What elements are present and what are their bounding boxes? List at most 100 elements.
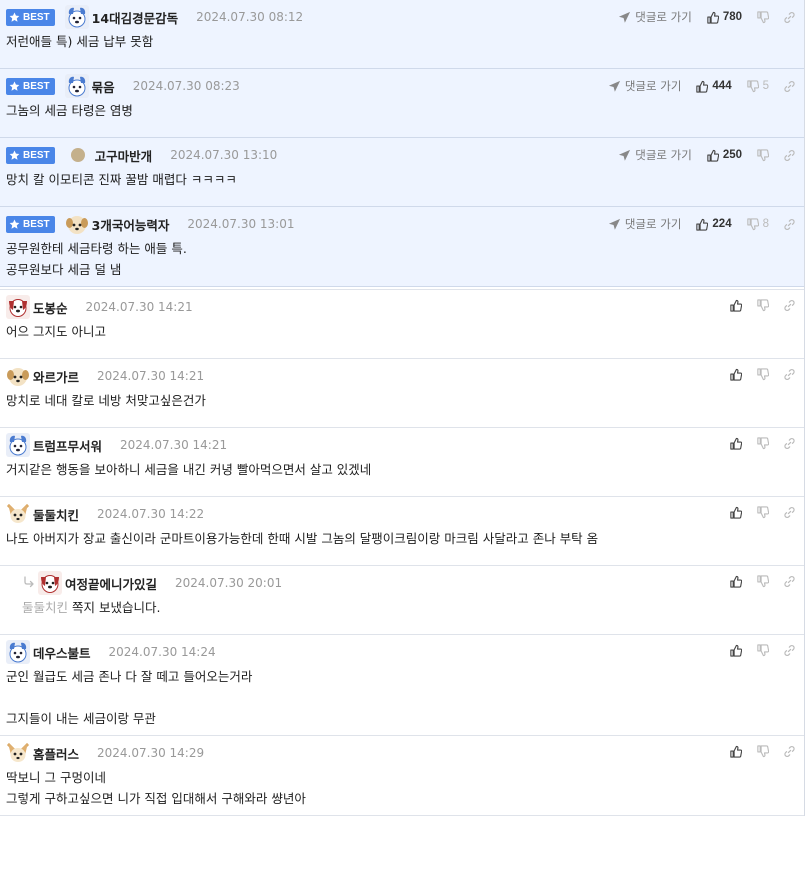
- avatar[interactable]: [64, 5, 92, 29]
- avatar[interactable]: [64, 74, 92, 98]
- link-icon: [784, 746, 795, 757]
- comment-body: 망치 칼 이모티콘 진짜 꿀밤 매렵다 ㅋㅋㅋㅋ: [6, 164, 798, 190]
- thumbs-up-icon: [730, 368, 742, 381]
- best-badge-label: BEST: [23, 80, 50, 92]
- copy-link-button[interactable]: [783, 299, 796, 312]
- like-button[interactable]: 444: [695, 80, 732, 93]
- copy-link-button[interactable]: [783, 149, 796, 162]
- nickname[interactable]: 3개국어능력자: [92, 215, 170, 234]
- comment-date: 2024.07.30 14:21: [120, 438, 228, 452]
- like-button[interactable]: 780: [706, 11, 742, 24]
- like-button[interactable]: [729, 368, 742, 381]
- nickname[interactable]: 둘둘치킨: [33, 505, 79, 524]
- best-comment: BEST 3개국어능력자 2024.07.30 13:01 댓글로 가기 224 8 공무원…: [0, 207, 804, 287]
- thumbs-up-icon: [730, 437, 742, 450]
- nickname[interactable]: 홈플러스: [33, 744, 79, 763]
- goto-reply-link[interactable]: 댓글로 가기: [618, 147, 692, 163]
- like-button[interactable]: 250: [706, 149, 742, 162]
- copy-link-button[interactable]: [783, 368, 796, 381]
- copy-link-button[interactable]: [783, 745, 796, 758]
- avatar[interactable]: [38, 571, 65, 595]
- avatar[interactable]: [65, 148, 95, 162]
- like-button[interactable]: [729, 299, 742, 312]
- reply-arrow-icon: [22, 575, 38, 592]
- avatar[interactable]: [6, 502, 33, 526]
- comment-header: 여정끝에니가있길 2024.07.30 20:01: [22, 566, 798, 595]
- avatar[interactable]: [6, 640, 33, 664]
- dislike-button[interactable]: 5: [746, 79, 769, 93]
- thumbs-up-icon: [707, 149, 719, 162]
- dislike-button[interactable]: [756, 506, 769, 519]
- comment-text: 어으 그지도 아니고: [6, 324, 106, 339]
- thumbs-up-icon: [696, 218, 709, 231]
- dislike-button[interactable]: [756, 148, 769, 162]
- thumbs-down-icon: [757, 299, 769, 312]
- dislike-button[interactable]: [756, 299, 769, 312]
- best-comment: BEST 고구마반개 2024.07.30 13:10 댓글로 가기 250 망치 칼 이…: [0, 138, 804, 207]
- link-icon: [784, 369, 795, 380]
- avatar[interactable]: [6, 364, 33, 388]
- dislike-button[interactable]: [756, 745, 769, 758]
- dislike-button[interactable]: [756, 644, 769, 657]
- link-icon: [784, 645, 795, 656]
- nickname[interactable]: 와르가르: [33, 367, 79, 386]
- thumbs-down-icon: [757, 644, 769, 657]
- like-button[interactable]: [729, 437, 742, 450]
- nickname[interactable]: 여정끝에니가있길: [65, 574, 157, 593]
- nickname[interactable]: 트럼프무서워: [33, 436, 102, 455]
- nickname[interactable]: 데우스불트: [33, 643, 91, 662]
- best-badge-label: BEST: [23, 218, 50, 230]
- like-button[interactable]: [729, 506, 742, 519]
- comment-actions: [715, 506, 796, 519]
- nickname[interactable]: 묶음: [92, 77, 115, 96]
- goto-reply-label: 댓글로 가기: [635, 148, 692, 162]
- copy-link-button[interactable]: [783, 218, 796, 231]
- copy-link-button[interactable]: [783, 506, 796, 519]
- avatar[interactable]: [65, 212, 92, 236]
- avatar[interactable]: [6, 295, 33, 319]
- like-count: 224: [712, 218, 732, 230]
- comment: 트럼프무서워 2024.07.30 14:21 거지같은 행동을 보아하니 세금을 …: [0, 428, 804, 497]
- comment-date: 2024.07.30 08:12: [196, 10, 304, 24]
- best-comment: BEST 14대김경문감독 2024.07.30 08:12 댓글로 가기 780 저런애…: [0, 0, 804, 69]
- like-button[interactable]: [729, 575, 742, 588]
- dislike-button[interactable]: [756, 437, 769, 450]
- copy-link-button[interactable]: [783, 575, 796, 588]
- link-icon: [784, 80, 795, 92]
- thumbs-up-icon: [730, 506, 742, 519]
- mention-nickname[interactable]: 둘둘치킨: [22, 600, 68, 615]
- dislike-button[interactable]: [756, 10, 769, 24]
- dislike-button[interactable]: [756, 575, 769, 588]
- nickname[interactable]: 도봉순: [33, 298, 68, 317]
- copy-link-button[interactable]: [783, 437, 796, 450]
- dislike-button[interactable]: 8: [746, 217, 769, 231]
- comment-text: 망치로 네대 칼로 네방 처맞고싶은건가: [6, 393, 206, 408]
- copy-link-button[interactable]: [783, 11, 796, 24]
- goto-reply-link[interactable]: 댓글로 가기: [608, 78, 681, 94]
- goto-reply-link[interactable]: 댓글로 가기: [608, 216, 681, 232]
- like-button[interactable]: [729, 644, 742, 657]
- best-badge: BEST: [6, 77, 55, 95]
- comment-text: 쪽지 보냈습니다.: [72, 600, 161, 615]
- comment-actions: [715, 644, 796, 657]
- comment-header: 데우스불트 2024.07.30 14:24: [6, 635, 798, 664]
- comment-body: 거지같은 행동을 보아하니 세금을 내긴 커녕 빨아먹으면서 살고 있겠네: [6, 454, 798, 480]
- like-button[interactable]: 224: [695, 218, 732, 231]
- comment-text: 공무원한테 세금타령 하는 애들 특. 공무원보다 세금 덜 냄: [6, 241, 187, 277]
- like-button[interactable]: [729, 745, 742, 758]
- dislike-button[interactable]: [756, 368, 769, 381]
- copy-link-button[interactable]: [783, 80, 796, 93]
- thumbs-down-icon: [757, 575, 769, 588]
- avatar[interactable]: [6, 741, 33, 765]
- avatar[interactable]: [6, 433, 33, 457]
- comment: 도봉순 2024.07.30 14:21 어으 그지도 아니고: [0, 290, 804, 359]
- nickname[interactable]: 고구마반개: [95, 146, 153, 165]
- comment-text: 나도 아버지가 장교 출신이라 군마트이용가능한데 한때 시발 그놈의 달팽이크…: [6, 531, 599, 546]
- goto-reply-link[interactable]: 댓글로 가기: [618, 9, 692, 25]
- comment-body: 공무원한테 세금타령 하는 애들 특. 공무원보다 세금 덜 냄: [6, 233, 798, 280]
- send-arrow-icon: [608, 80, 620, 92]
- comment-actions: [715, 299, 796, 312]
- nickname[interactable]: 14대김경문감독: [92, 8, 178, 27]
- copy-link-button[interactable]: [783, 644, 796, 657]
- comment-body: 군인 월급도 세금 존나 다 잘 떼고 들어오는거라 그지들이 내는 세금이랑 …: [6, 661, 798, 729]
